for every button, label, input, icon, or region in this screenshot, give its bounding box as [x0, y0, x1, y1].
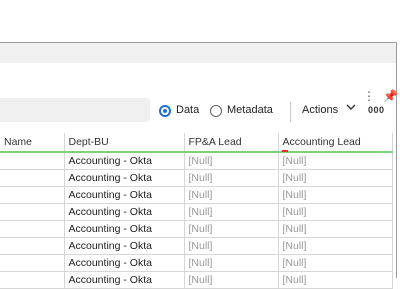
- cell-dept-bu[interactable]: Accounting - Okta: [64, 152, 185, 170]
- cell-name[interactable]: [0, 203, 65, 221]
- cell-accounting-lead[interactable]: [Null]: [278, 237, 393, 255]
- cell-dept-bu[interactable]: Accounting - Okta: [64, 186, 185, 204]
- actions-dropdown[interactable]: Actions: [302, 104, 338, 116]
- chevron-down-icon[interactable]: [346, 102, 356, 115]
- table-row[interactable]: Accounting - Okta [Null] [Null]: [0, 254, 393, 272]
- cell-dept-bu[interactable]: Accounting - Okta: [64, 237, 185, 255]
- cell-name[interactable]: [0, 237, 65, 255]
- cell-name[interactable]: [0, 186, 65, 204]
- cell-name[interactable]: [0, 271, 65, 289]
- table-row[interactable]: Accounting - Okta [Null] [Null]: [0, 186, 393, 204]
- cell-dept-bu[interactable]: Accounting - Okta: [64, 254, 185, 272]
- cell-fpa-lead[interactable]: [Null]: [184, 186, 279, 204]
- cell-dept-bu[interactable]: Accounting - Okta: [64, 220, 185, 238]
- cell-fpa-lead[interactable]: [Null]: [184, 254, 279, 272]
- cell-fpa-lead[interactable]: [Null]: [184, 203, 279, 221]
- cell-name[interactable]: [0, 152, 65, 170]
- cell-name[interactable]: [0, 169, 65, 187]
- column-header-dept-bu[interactable]: Dept-BU: [64, 133, 185, 153]
- cell-fpa-lead[interactable]: [Null]: [184, 271, 279, 289]
- radio-metadata-label: Metadata: [227, 104, 273, 116]
- more-options-button[interactable]: 000: [368, 105, 385, 115]
- radio-metadata[interactable]: [210, 105, 222, 117]
- cell-dept-bu[interactable]: Accounting - Okta: [64, 271, 185, 289]
- cell-fpa-lead[interactable]: [Null]: [184, 237, 279, 255]
- cell-accounting-lead[interactable]: [Null]: [278, 220, 393, 238]
- table-row[interactable]: Accounting - Okta [Null] [Null]: [0, 203, 393, 221]
- cell-fpa-lead[interactable]: [Null]: [184, 152, 279, 170]
- cell-accounting-lead[interactable]: [Null]: [278, 186, 393, 204]
- column-header-fpa-lead[interactable]: FP&A Lead: [184, 133, 279, 153]
- cell-accounting-lead[interactable]: [Null]: [278, 271, 393, 289]
- column-header-accounting-lead[interactable]: Accounting Lead: [278, 133, 393, 153]
- cell-dept-bu[interactable]: Accounting - Okta: [64, 169, 185, 187]
- cell-accounting-lead[interactable]: [Null]: [278, 152, 393, 170]
- cell-accounting-lead[interactable]: [Null]: [278, 203, 393, 221]
- cell-name[interactable]: [0, 254, 65, 272]
- results-toolbar: Data Metadata Actions 000: [0, 96, 396, 126]
- cell-accounting-lead[interactable]: [Null]: [278, 169, 393, 187]
- table-row[interactable]: Accounting - Okta [Null] [Null]: [0, 152, 393, 170]
- panel-titlebar: [0, 43, 396, 63]
- cell-name[interactable]: [0, 220, 65, 238]
- toolbar-divider: [290, 102, 291, 122]
- cell-accounting-lead[interactable]: [Null]: [278, 254, 393, 272]
- radio-data-label: Data: [176, 104, 200, 116]
- search-input[interactable]: [0, 98, 150, 122]
- results-table: Name Dept-BU FP&A Lead Accounting Lead A…: [0, 133, 393, 289]
- table-row[interactable]: Accounting - Okta [Null] [Null]: [0, 169, 393, 187]
- cell-fpa-lead[interactable]: [Null]: [184, 169, 279, 187]
- radio-data[interactable]: [159, 105, 171, 117]
- column-marker: [282, 150, 288, 152]
- table-row[interactable]: Accounting - Okta [Null] [Null]: [0, 237, 393, 255]
- cell-dept-bu[interactable]: Accounting - Okta: [64, 203, 185, 221]
- table-row[interactable]: Accounting - Okta [Null] [Null]: [0, 271, 393, 289]
- column-header-name[interactable]: Name: [0, 133, 65, 153]
- cell-fpa-lead[interactable]: [Null]: [184, 220, 279, 238]
- table-header-row: Name Dept-BU FP&A Lead Accounting Lead: [0, 133, 393, 153]
- table-row[interactable]: Accounting - Okta [Null] [Null]: [0, 220, 393, 238]
